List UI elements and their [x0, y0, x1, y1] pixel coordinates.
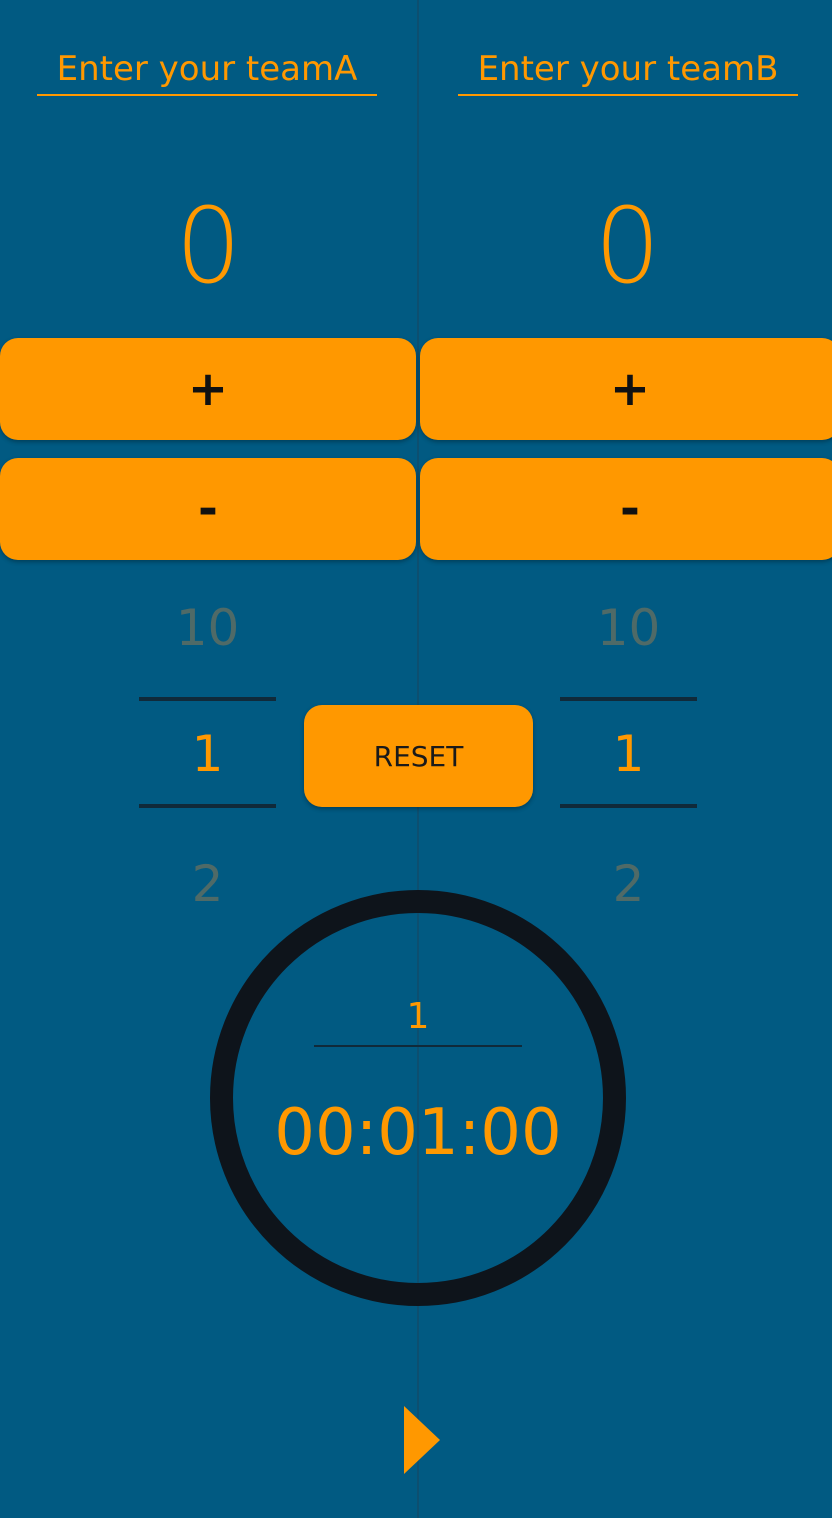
picker-option-selected[interactable]: 1: [139, 724, 276, 784]
team-b-name-input[interactable]: [458, 44, 798, 96]
picker-option-next[interactable]: 2: [560, 854, 697, 914]
timer-picker-divider: [314, 1045, 522, 1047]
play-icon[interactable]: [400, 1402, 444, 1478]
team-a-minus-button[interactable]: -: [0, 458, 416, 560]
picker-divider-bottom: [560, 804, 697, 808]
team-a-plus-button[interactable]: +: [0, 338, 416, 440]
timer-display: 00:01:00: [274, 1096, 562, 1170]
picker-divider-top: [560, 697, 697, 701]
timer-minute-picker[interactable]: 1: [314, 995, 522, 1039]
picker-option-prev[interactable]: 10: [560, 598, 697, 658]
picker-option-next[interactable]: 2: [139, 854, 276, 914]
team-a-score: 0: [175, 185, 242, 307]
picker-divider-top: [139, 697, 276, 701]
picker-option-selected[interactable]: 1: [560, 724, 697, 784]
team-b-minus-button[interactable]: -: [420, 458, 832, 560]
picker-divider-bottom: [139, 804, 276, 808]
team-a-name-input[interactable]: [37, 44, 377, 96]
reset-button[interactable]: RESET: [304, 705, 533, 807]
team-b-score: 0: [594, 185, 661, 307]
team-b-increment-picker[interactable]: 10 1 2: [560, 590, 697, 920]
team-b-plus-button[interactable]: +: [420, 338, 832, 440]
team-a-increment-picker[interactable]: 10 1 2: [139, 590, 276, 920]
picker-option-prev[interactable]: 10: [139, 598, 276, 658]
